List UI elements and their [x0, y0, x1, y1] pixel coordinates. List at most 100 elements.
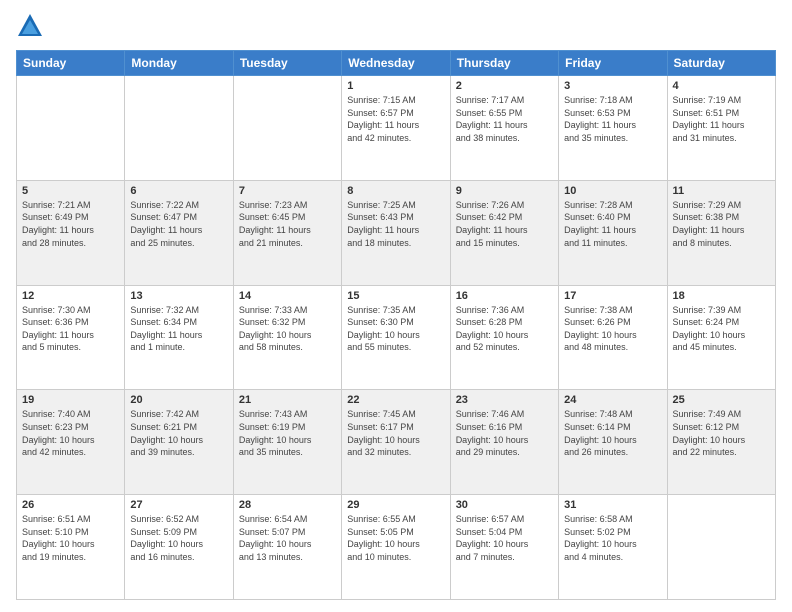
cell-info: Sunrise: 7:17 AMSunset: 6:55 PMDaylight:…	[456, 94, 553, 144]
cell-info: Sunrise: 7:43 AMSunset: 6:19 PMDaylight:…	[239, 408, 336, 458]
calendar-cell: 14 Sunrise: 7:33 AMSunset: 6:32 PMDayligh…	[233, 285, 341, 390]
cell-info: Sunrise: 7:15 AMSunset: 6:57 PMDaylight:…	[347, 94, 444, 144]
cell-date-number: 8	[347, 185, 444, 197]
calendar-cell	[125, 76, 233, 181]
cell-date-number: 16	[456, 290, 553, 302]
calendar-week-row: 12 Sunrise: 7:30 AMSunset: 6:36 PMDayligh…	[17, 285, 776, 390]
cell-date-number: 30	[456, 499, 553, 511]
cell-info: Sunrise: 7:49 AMSunset: 6:12 PMDaylight:…	[673, 408, 770, 458]
cell-info: Sunrise: 7:36 AMSunset: 6:28 PMDaylight:…	[456, 304, 553, 354]
calendar-week-row: 19 Sunrise: 7:40 AMSunset: 6:23 PMDayligh…	[17, 390, 776, 495]
calendar-day-header: Wednesday	[342, 51, 450, 76]
calendar-cell: 21 Sunrise: 7:43 AMSunset: 6:19 PMDayligh…	[233, 390, 341, 495]
cell-date-number: 22	[347, 394, 444, 406]
cell-info: Sunrise: 7:33 AMSunset: 6:32 PMDaylight:…	[239, 304, 336, 354]
calendar-cell: 20Sunrise: 7:42 AMSunset: 6:21 PMDayligh…	[125, 390, 233, 495]
cell-date-number: 28	[239, 499, 336, 511]
cell-date-number: 17	[564, 290, 661, 302]
logo	[16, 12, 48, 40]
calendar-cell: 18Sunrise: 7:39 AMSunset: 6:24 PMDayligh…	[667, 285, 775, 390]
calendar-cell: 1Sunrise: 7:15 AMSunset: 6:57 PMDaylight…	[342, 76, 450, 181]
cell-date-number: 3	[564, 80, 661, 92]
cell-date-number: 5	[22, 185, 119, 197]
cell-info: Sunrise: 7:26 AMSunset: 6:42 PMDaylight:…	[456, 199, 553, 249]
calendar-cell: 30 Sunrise: 6:57 AMSunset: 5:04 PMDayligh…	[450, 495, 558, 600]
cell-date-number: 25	[673, 394, 770, 406]
cell-info: Sunrise: 7:30 AMSunset: 6:36 PMDaylight:…	[22, 304, 119, 354]
logo-icon	[16, 12, 44, 40]
calendar-cell: 23 Sunrise: 7:46 AMSunset: 6:16 PMDayligh…	[450, 390, 558, 495]
calendar-cell: 16 Sunrise: 7:36 AMSunset: 6:28 PMDayligh…	[450, 285, 558, 390]
cell-info: Sunrise: 7:46 AMSunset: 6:16 PMDaylight:…	[456, 408, 553, 458]
calendar-cell: 3 Sunrise: 7:18 AMSunset: 6:53 PMDaylight…	[559, 76, 667, 181]
calendar-day-header: Sunday	[17, 51, 125, 76]
calendar-cell: 5 Sunrise: 7:21 AMSunset: 6:49 PMDaylight…	[17, 180, 125, 285]
calendar-cell: 25 Sunrise: 7:49 AMSunset: 6:12 PMDayligh…	[667, 390, 775, 495]
calendar-week-row: 26Sunrise: 6:51 AMSunset: 5:10 PMDayligh…	[17, 495, 776, 600]
cell-info: Sunrise: 7:40 AMSunset: 6:23 PMDaylight:…	[22, 408, 119, 458]
calendar-cell: 17 Sunrise: 7:38 AMSunset: 6:26 PMDayligh…	[559, 285, 667, 390]
cell-date-number: 11	[673, 185, 770, 197]
calendar-day-header: Tuesday	[233, 51, 341, 76]
calendar-cell: 12 Sunrise: 7:30 AMSunset: 6:36 PMDayligh…	[17, 285, 125, 390]
cell-date-number: 14	[239, 290, 336, 302]
calendar-cell: 31 Sunrise: 6:58 AMSunset: 5:02 PMDayligh…	[559, 495, 667, 600]
cell-info: Sunrise: 7:23 AMSunset: 6:45 PMDaylight:…	[239, 199, 336, 249]
cell-info: Sunrise: 7:22 AMSunset: 6:47 PMDaylight:…	[130, 199, 227, 249]
calendar-cell: 27Sunrise: 6:52 AMSunset: 5:09 PMDayligh…	[125, 495, 233, 600]
cell-info: Sunrise: 6:54 AMSunset: 5:07 PMDaylight:…	[239, 513, 336, 563]
cell-info: Sunrise: 7:48 AMSunset: 6:14 PMDaylight:…	[564, 408, 661, 458]
cell-info: Sunrise: 6:51 AMSunset: 5:10 PMDaylight:…	[22, 513, 119, 563]
cell-date-number: 15	[347, 290, 444, 302]
calendar-cell	[667, 495, 775, 600]
cell-date-number: 31	[564, 499, 661, 511]
calendar-day-header: Saturday	[667, 51, 775, 76]
calendar-cell: 4 Sunrise: 7:19 AMSunset: 6:51 PMDaylight…	[667, 76, 775, 181]
cell-date-number: 2	[456, 80, 553, 92]
calendar-cell: 11 Sunrise: 7:29 AMSunset: 6:38 PMDayligh…	[667, 180, 775, 285]
cell-info: Sunrise: 6:57 AMSunset: 5:04 PMDaylight:…	[456, 513, 553, 563]
calendar-cell: 15 Sunrise: 7:35 AMSunset: 6:30 PMDayligh…	[342, 285, 450, 390]
cell-date-number: 21	[239, 394, 336, 406]
cell-date-number: 24	[564, 394, 661, 406]
cell-date-number: 23	[456, 394, 553, 406]
cell-date-number: 20	[130, 394, 227, 406]
calendar-cell	[17, 76, 125, 181]
calendar-day-header: Thursday	[450, 51, 558, 76]
cell-date-number: 12	[22, 290, 119, 302]
cell-info: Sunrise: 7:18 AMSunset: 6:53 PMDaylight:…	[564, 94, 661, 144]
cell-date-number: 19	[22, 394, 119, 406]
cell-info: Sunrise: 7:28 AMSunset: 6:40 PMDaylight:…	[564, 199, 661, 249]
cell-info: Sunrise: 6:58 AMSunset: 5:02 PMDaylight:…	[564, 513, 661, 563]
cell-date-number: 18	[673, 290, 770, 302]
calendar-cell: 6 Sunrise: 7:22 AMSunset: 6:47 PMDaylight…	[125, 180, 233, 285]
cell-date-number: 6	[130, 185, 227, 197]
calendar-cell: 28 Sunrise: 6:54 AMSunset: 5:07 PMDayligh…	[233, 495, 341, 600]
cell-info: Sunrise: 7:29 AMSunset: 6:38 PMDaylight:…	[673, 199, 770, 249]
calendar-cell	[233, 76, 341, 181]
cell-info: Sunrise: 7:21 AMSunset: 6:49 PMDaylight:…	[22, 199, 119, 249]
cell-info: Sunrise: 7:35 AMSunset: 6:30 PMDaylight:…	[347, 304, 444, 354]
cell-date-number: 29	[347, 499, 444, 511]
calendar-week-row: 5 Sunrise: 7:21 AMSunset: 6:49 PMDaylight…	[17, 180, 776, 285]
calendar-week-row: 1Sunrise: 7:15 AMSunset: 6:57 PMDaylight…	[17, 76, 776, 181]
header	[16, 12, 776, 40]
calendar-cell: 19 Sunrise: 7:40 AMSunset: 6:23 PMDayligh…	[17, 390, 125, 495]
calendar-table: SundayMondayTuesdayWednesdayThursdayFrid…	[16, 50, 776, 600]
cell-date-number: 13	[130, 290, 227, 302]
cell-date-number: 9	[456, 185, 553, 197]
cell-date-number: 4	[673, 80, 770, 92]
calendar-cell: 8Sunrise: 7:25 AMSunset: 6:43 PMDaylight…	[342, 180, 450, 285]
calendar-header-row: SundayMondayTuesdayWednesdayThursdayFrid…	[17, 51, 776, 76]
cell-info: Sunrise: 6:55 AMSunset: 5:05 PMDaylight:…	[347, 513, 444, 563]
cell-info: Sunrise: 7:19 AMSunset: 6:51 PMDaylight:…	[673, 94, 770, 144]
calendar-cell: 26Sunrise: 6:51 AMSunset: 5:10 PMDayligh…	[17, 495, 125, 600]
cell-info: Sunrise: 7:45 AMSunset: 6:17 PMDaylight:…	[347, 408, 444, 458]
cell-date-number: 7	[239, 185, 336, 197]
page: SundayMondayTuesdayWednesdayThursdayFrid…	[0, 0, 792, 612]
cell-date-number: 10	[564, 185, 661, 197]
calendar-cell: 22 Sunrise: 7:45 AMSunset: 6:17 PMDayligh…	[342, 390, 450, 495]
cell-info: Sunrise: 7:38 AMSunset: 6:26 PMDaylight:…	[564, 304, 661, 354]
calendar-cell: 24 Sunrise: 7:48 AMSunset: 6:14 PMDayligh…	[559, 390, 667, 495]
calendar-cell: 10 Sunrise: 7:28 AMSunset: 6:40 PMDayligh…	[559, 180, 667, 285]
